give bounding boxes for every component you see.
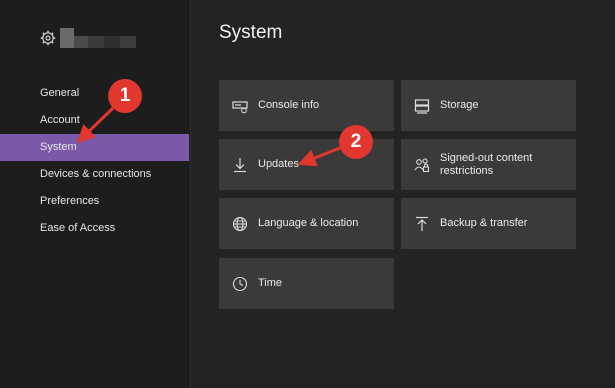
tile-label: Updates bbox=[258, 158, 299, 170]
storage-icon bbox=[414, 98, 430, 114]
sidebar-item-preferences[interactable]: Preferences bbox=[0, 188, 190, 215]
settings-nav: General Account System Devices & connect… bbox=[0, 80, 190, 242]
globe-icon bbox=[232, 216, 248, 231]
tile-language-location[interactable]: Language & location bbox=[219, 198, 394, 249]
annotation-badge-1: 1 bbox=[108, 79, 142, 113]
sidebar-item-ease-of-access[interactable]: Ease of Access bbox=[0, 215, 190, 242]
tile-label: Console info bbox=[258, 99, 320, 111]
tile-console-info[interactable]: Console info bbox=[219, 80, 394, 131]
sidebar-item-account[interactable]: Account bbox=[0, 107, 190, 134]
people-lock-icon bbox=[414, 157, 430, 172]
tile-label: Backup & transfer bbox=[440, 217, 528, 229]
tile-label-line1: Signed-out content bbox=[440, 151, 533, 164]
sidebar-item-devices-connections[interactable]: Devices & connections bbox=[0, 161, 190, 188]
console-info-icon bbox=[232, 100, 248, 113]
tile-time[interactable]: Time bbox=[219, 258, 394, 309]
download-icon bbox=[234, 157, 246, 172]
tile-label: Signed-out content restrictions bbox=[440, 152, 532, 178]
main-panel: System Console info Storage Updates Sign… bbox=[191, 0, 615, 388]
tile-label: Time bbox=[258, 277, 283, 289]
tile-label: Storage bbox=[440, 99, 479, 111]
blurred-gamertag bbox=[60, 28, 136, 48]
gamertag-row[interactable] bbox=[40, 28, 136, 48]
tile-signed-out-content-restrictions[interactable]: Signed-out content restrictions bbox=[401, 139, 576, 190]
tile-label-line2: restrictions bbox=[440, 164, 494, 177]
annotation-badge-2: 2 bbox=[339, 125, 373, 159]
tile-backup-transfer[interactable]: Backup & transfer bbox=[401, 198, 576, 249]
sidebar-item-general[interactable]: General bbox=[0, 80, 190, 107]
clock-icon bbox=[232, 276, 248, 291]
sidebar: General Account System Devices & connect… bbox=[0, 0, 191, 388]
gear-icon bbox=[40, 30, 56, 46]
tile-label: Language & location bbox=[258, 217, 359, 229]
upload-icon bbox=[416, 216, 428, 231]
tile-storage[interactable]: Storage bbox=[401, 80, 576, 131]
page-title: System bbox=[219, 22, 283, 43]
sidebar-item-system[interactable]: System bbox=[0, 134, 189, 161]
